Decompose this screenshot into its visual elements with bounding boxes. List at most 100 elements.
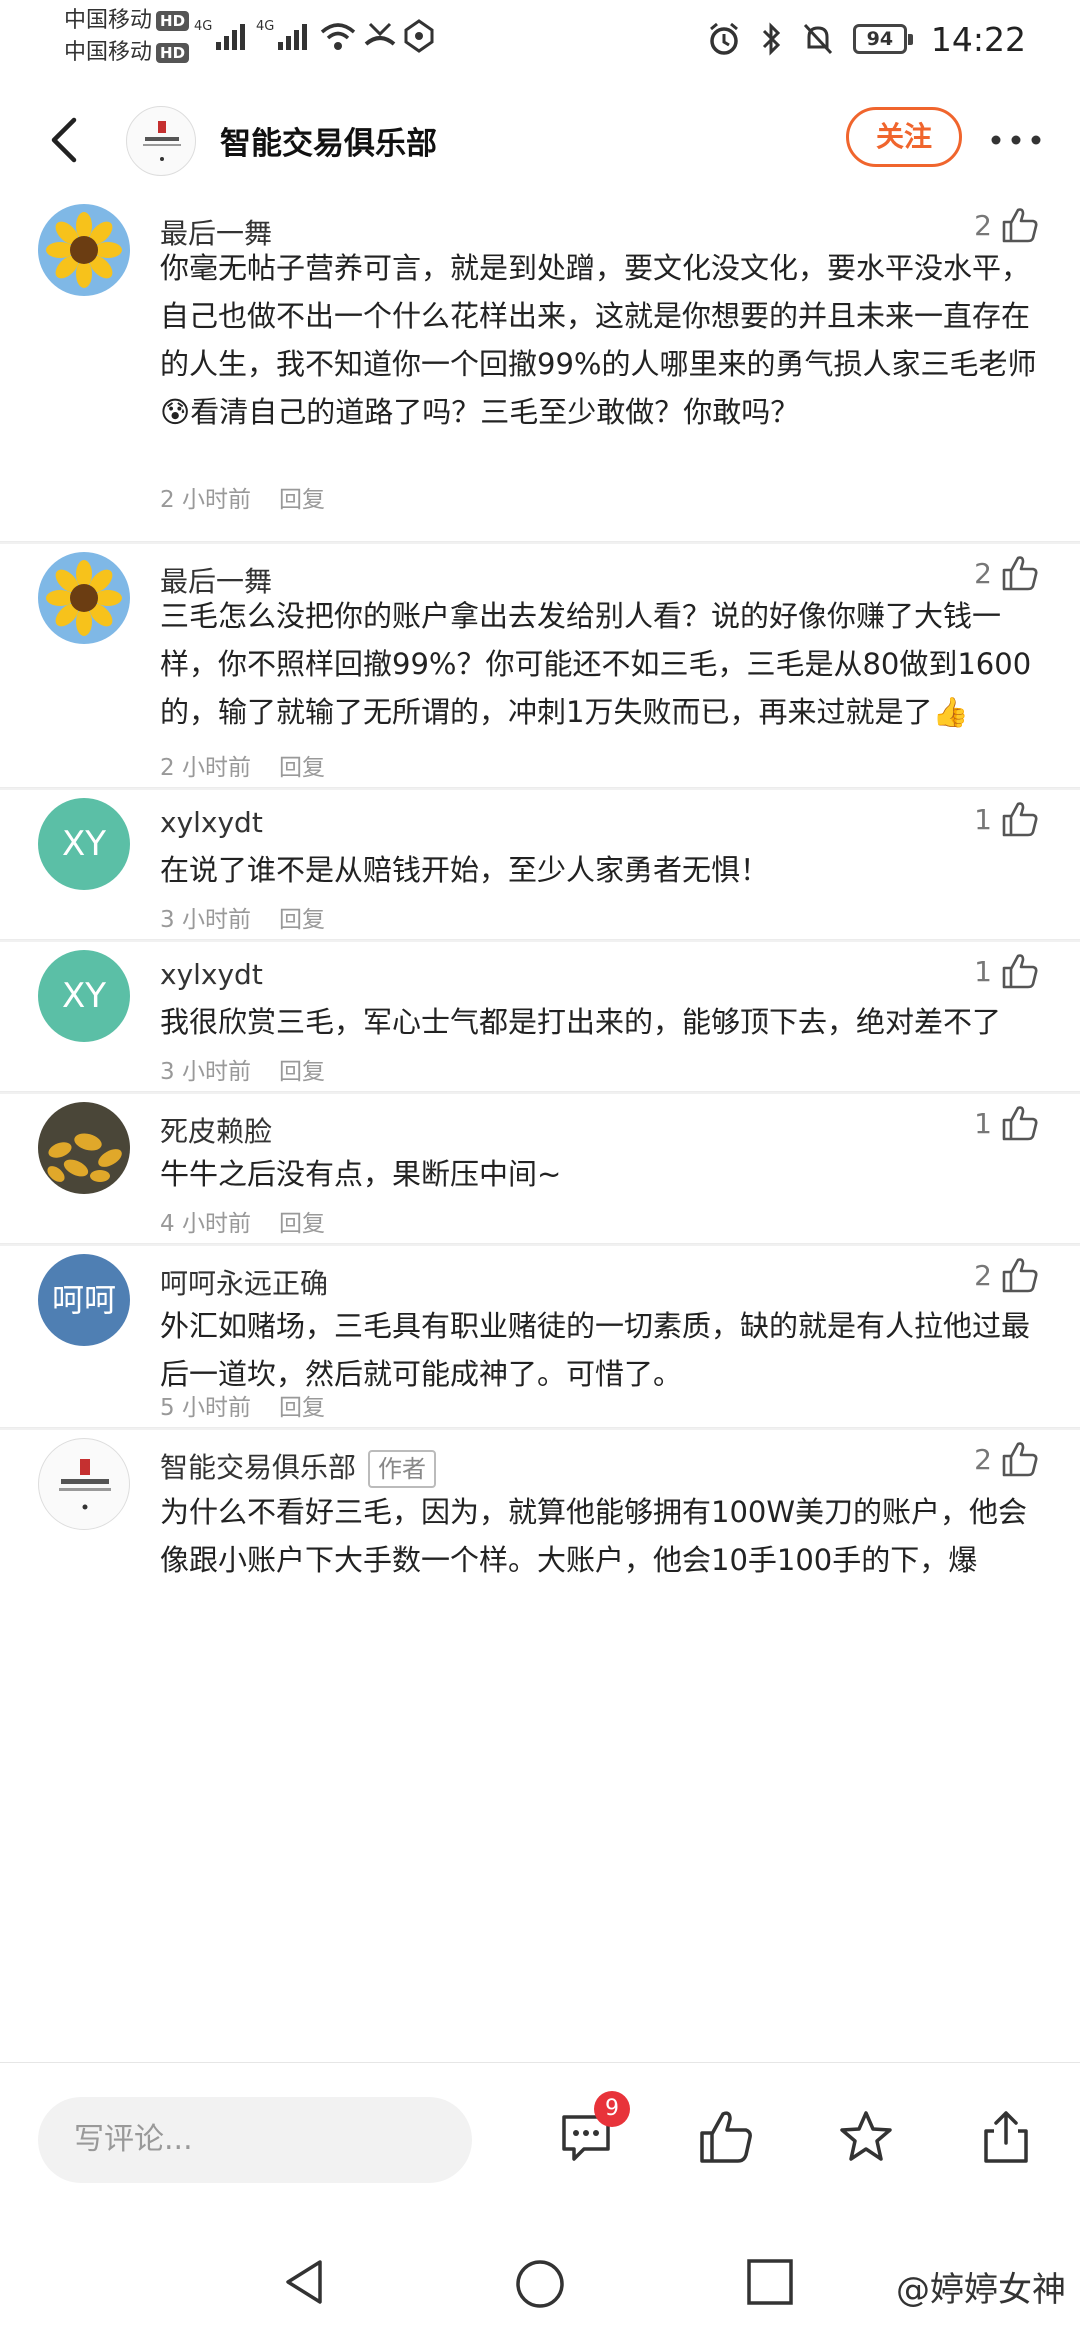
reply-button[interactable]: 回复	[279, 1211, 325, 1237]
comment-text: 你毫无帖子营养可言，就是到处蹭，要文化没文化，要水平没水平，自己也做不出一个什么…	[160, 251, 1037, 429]
thumbs-up-icon[interactable]	[1000, 952, 1040, 990]
like-count: 2	[974, 208, 992, 242]
reply-button[interactable]: 回复	[279, 1395, 325, 1421]
thumbs-up-icon[interactable]	[1000, 1256, 1040, 1294]
back-arrow-icon[interactable]	[40, 110, 90, 170]
comment-username[interactable]: xylxydt	[160, 958, 263, 991]
comment-text: 我很欣赏三毛，军心士气都是打出来的，能够顶下去，绝对差不了	[160, 1005, 1002, 1039]
comment-item: 最后一舞 2 你毫无帖子营养可言，就是到处蹭，要文化没文化，要水平没水平，自己也…	[0, 196, 1080, 542]
thumbs-up-icon[interactable]	[1000, 800, 1040, 838]
comment-meta: 4 小时前 回复	[160, 1204, 325, 1238]
reply-button[interactable]: 回复	[279, 1059, 325, 1085]
comment-username[interactable]: xylxydt	[160, 806, 263, 839]
comment-time: 3 小时前	[160, 907, 251, 933]
alarm-icon	[709, 22, 738, 55]
nav-home-icon[interactable]	[512, 2256, 568, 2312]
comment-username[interactable]: 死皮赖脸	[160, 1110, 272, 1150]
club-avatar[interactable]	[38, 1438, 130, 1530]
comment-item: 智能交易俱乐部 作者 2 为什么不看好三毛，因为，就算他能够拥有100W美刀的账户…	[0, 1428, 1080, 1588]
like-control[interactable]: 1	[974, 1104, 1040, 1142]
comment-meta: 3 小时前 回复	[160, 1052, 325, 1086]
carrier-1: 中国移动 HD	[64, 6, 190, 36]
comment-item: 呵呵 呵呵永远正确 2 外汇如赌场，三毛具有职业赌徒的一切素质，缺的就是有人拉他…	[0, 1244, 1080, 1428]
comment-item: 死皮赖脸 1 牛牛之后没有点，果断压中间~ 4 小时前 回复	[0, 1092, 1080, 1244]
comment-text: 外汇如赌场，三毛具有职业赌徒的一切素质，缺的就是有人拉他过最后一道坎，然后就可能…	[160, 1309, 1031, 1391]
like-control[interactable]: 2	[974, 1440, 1040, 1478]
comment-time: 4 小时前	[160, 1211, 251, 1237]
comment-count-badge: 9	[594, 2091, 630, 2127]
comment-item: XY xylxydt 1 我很欣赏三毛，军心士气都是打出来的，能够顶下去，绝对差…	[0, 940, 1080, 1092]
status-right: 94 14:22	[707, 14, 1026, 64]
comment-meta: 2 小时前 回复	[160, 748, 325, 782]
like-count: 2	[974, 556, 992, 590]
comment-item: XY xylxydt 1 在说了谁不是从赔钱开始，至少人家勇者无惧！ 3 小时前…	[0, 788, 1080, 940]
club-logo-icon	[59, 1459, 111, 1510]
comment-meta: 5 小时前 回复	[160, 1388, 325, 1422]
shield-icon	[404, 19, 434, 53]
comment-meta: 2 小时前 回复	[160, 480, 325, 514]
comment-text: 牛牛之后没有点，果断压中间~	[160, 1157, 562, 1191]
thumbs-up-icon[interactable]	[696, 2107, 756, 2167]
svg-text:4G: 4G	[256, 19, 274, 34]
signal-icon: 4G	[194, 19, 245, 50]
sunflower-avatar-image	[38, 204, 130, 296]
page-title: 智能交易俱乐部	[220, 126, 437, 162]
club-avatar[interactable]	[126, 106, 196, 176]
nav-recents-icon[interactable]	[744, 2256, 796, 2308]
svg-text:4G: 4G	[194, 19, 212, 34]
like-control[interactable]: 1	[974, 952, 1040, 990]
comment-item: 最后一舞 2 三毛怎么没把你的账户拿出去发给别人看？说的好像你赚了大钱一样，你不…	[0, 542, 1080, 788]
comment-text: 在说了谁不是从赔钱开始，至少人家勇者无惧！	[160, 853, 770, 887]
comment-time: 2 小时前	[160, 755, 251, 781]
author-name[interactable]: 智能交易俱乐部	[160, 1451, 356, 1484]
like-count: 1	[974, 1106, 992, 1140]
nav-back-icon[interactable]	[280, 2256, 330, 2308]
reply-button[interactable]: 回复	[279, 487, 325, 513]
sunflower-avatar[interactable]	[38, 552, 130, 644]
like-count: 2	[974, 1258, 992, 1292]
header: 智能交易俱乐部 关注	[0, 84, 1080, 196]
comment-time: 3 小时前	[160, 1059, 251, 1085]
more-options-icon[interactable]	[988, 116, 1044, 164]
comment-bar: 写评论... 9	[0, 2062, 1080, 2212]
sunflower-avatar[interactable]	[38, 204, 130, 296]
reply-button[interactable]: 回复	[279, 755, 325, 781]
comment-text: 为什么不看好三毛，因为，就算他能够拥有100W美刀的账户，他会像跟小账户下大手数…	[160, 1495, 1028, 1577]
missed-call-icon	[364, 22, 396, 46]
follow-button[interactable]: 关注	[846, 107, 962, 167]
watermark: @婷婷女神	[896, 2270, 1066, 2310]
comment-time: 2 小时前	[160, 487, 251, 513]
carrier-2: 中国移动 HD	[64, 38, 190, 68]
like-control[interactable]: 2	[974, 554, 1040, 592]
bluetooth-icon	[762, 22, 781, 56]
leaves-avatar-image	[38, 1102, 130, 1194]
like-control[interactable]: 1	[974, 800, 1040, 838]
battery-indicator: 94	[852, 24, 913, 54]
thumbs-up-icon[interactable]	[1000, 1104, 1040, 1142]
comment-username[interactable]: 呵呵永远正确	[160, 1262, 328, 1302]
user-avatar[interactable]	[38, 1102, 130, 1194]
reply-button[interactable]: 回复	[279, 907, 325, 933]
star-icon[interactable]	[836, 2107, 896, 2167]
wifi-icon	[320, 23, 356, 50]
thumbs-up-icon[interactable]	[1000, 1440, 1040, 1478]
like-control[interactable]: 2	[974, 1256, 1040, 1294]
club-logo-icon	[143, 121, 181, 161]
user-avatar[interactable]: XY	[38, 950, 130, 1042]
system-nav-bar: @婷婷女神	[0, 2212, 1080, 2340]
comment-text: 三毛怎么没把你的账户拿出去发给别人看？说的好像你赚了大钱一样，你不照样回撤99%…	[160, 599, 1032, 729]
comment-input[interactable]: 写评论...	[38, 2097, 472, 2183]
comment-list[interactable]: 最后一舞 2 你毫无帖子营养可言，就是到处蹭，要文化没文化，要水平没水平，自己也…	[0, 196, 1080, 2062]
like-control[interactable]: 2	[974, 206, 1040, 244]
user-avatar[interactable]: XY	[38, 798, 130, 890]
like-count: 1	[974, 802, 992, 836]
comment-username[interactable]: 智能交易俱乐部 作者	[160, 1446, 437, 1488]
mute-bell-icon	[803, 23, 832, 55]
like-count: 1	[974, 954, 992, 988]
thumbs-up-icon[interactable]	[1000, 206, 1040, 244]
comment-meta: 3 小时前 回复	[160, 900, 325, 934]
signal-icon-2: 4G	[256, 19, 307, 50]
thumbs-up-icon[interactable]	[1000, 554, 1040, 592]
share-icon[interactable]	[976, 2107, 1036, 2167]
user-avatar[interactable]: 呵呵	[38, 1254, 130, 1346]
